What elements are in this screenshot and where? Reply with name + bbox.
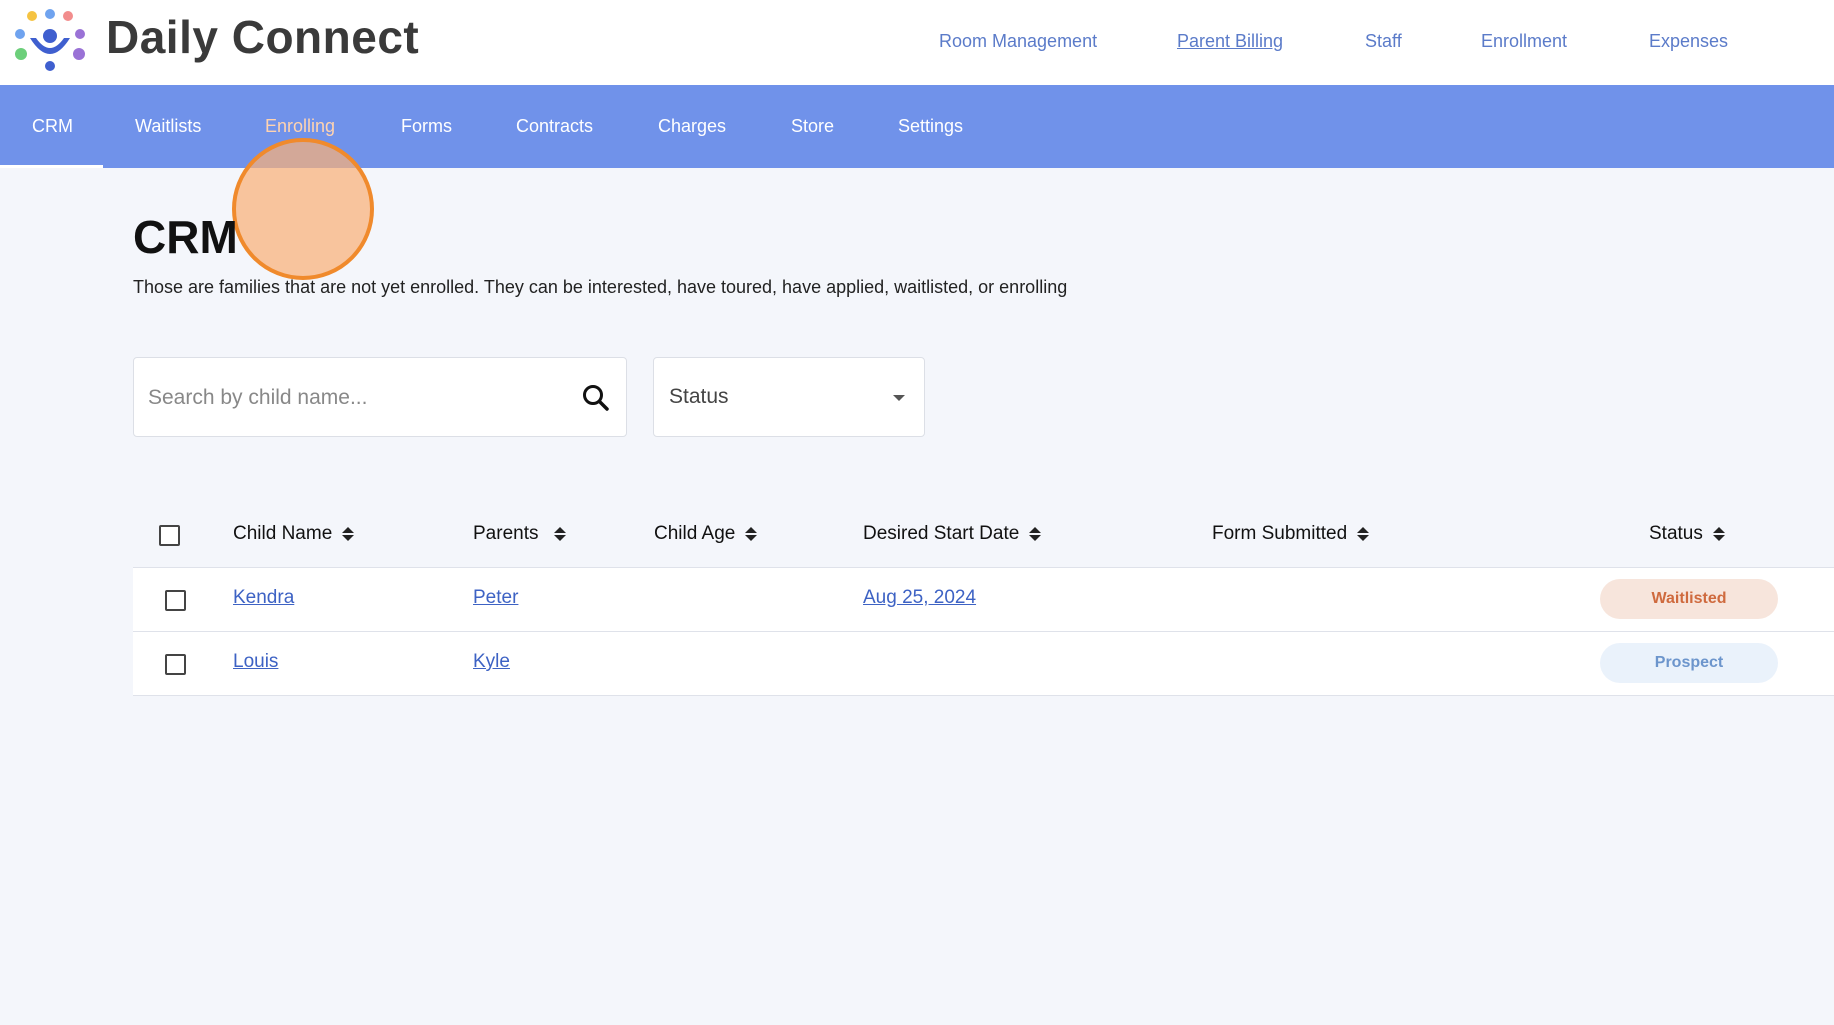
top-header: Daily Connect Room Management Parent Bil… xyxy=(0,0,1834,85)
tab-forms[interactable]: Forms xyxy=(401,116,452,137)
search-input[interactable] xyxy=(148,380,568,416)
col-child-age[interactable]: Child Age xyxy=(654,523,758,545)
brand-name[interactable]: Daily Connect xyxy=(106,10,419,64)
search-box xyxy=(133,357,627,437)
tab-charges[interactable]: Charges xyxy=(658,116,726,137)
status-filter-select[interactable]: Status xyxy=(653,357,925,437)
nav-room-management[interactable]: Room Management xyxy=(939,31,1097,52)
row-checkbox[interactable] xyxy=(165,654,186,675)
daily-connect-logo-icon[interactable] xyxy=(12,8,88,72)
table-row: Louis Kyle Prospect xyxy=(133,632,1834,696)
nav-staff[interactable]: Staff xyxy=(1365,31,1402,52)
col-desired-start-date-label: Desired Start Date xyxy=(863,523,1020,544)
child-name-link[interactable]: Kendra xyxy=(233,587,294,609)
nav-parent-billing[interactable]: Parent Billing xyxy=(1177,31,1283,52)
parent-name-link[interactable]: Peter xyxy=(473,587,518,609)
table-row: Kendra Peter Aug 25, 2024 Waitlisted xyxy=(133,568,1834,632)
page-description: Those are families that are not yet enro… xyxy=(133,277,1068,297)
tab-store[interactable]: Store xyxy=(791,116,834,137)
col-form-submitted[interactable]: Form Submitted xyxy=(1212,523,1370,545)
sort-icon[interactable] xyxy=(745,526,758,542)
table-header: Child Name Parents Child Age Desired Sta… xyxy=(133,503,1834,568)
col-desired-start-date[interactable]: Desired Start Date xyxy=(863,523,1042,545)
sort-icon[interactable] xyxy=(342,526,355,542)
status-badge: Prospect xyxy=(1600,643,1778,683)
status-badge: Waitlisted xyxy=(1600,579,1778,619)
child-name-link[interactable]: Louis xyxy=(233,651,278,673)
col-parents-label: Parents xyxy=(473,523,539,544)
tab-contracts[interactable]: Contracts xyxy=(516,116,593,137)
status-select-label: Status xyxy=(669,385,729,408)
active-tab-indicator xyxy=(0,165,103,168)
nav-expenses[interactable]: Expenses xyxy=(1649,31,1728,52)
tab-enrolling[interactable]: Enrolling xyxy=(265,116,335,137)
tab-settings[interactable]: Settings xyxy=(898,116,963,137)
parent-name-link[interactable]: Kyle xyxy=(473,651,510,673)
col-child-name[interactable]: Child Name xyxy=(233,523,355,545)
page-title: CRM xyxy=(133,211,238,263)
row-checkbox[interactable] xyxy=(165,590,186,611)
desired-start-date-link[interactable]: Aug 25, 2024 xyxy=(863,587,976,609)
col-child-age-label: Child Age xyxy=(654,523,736,544)
caret-down-icon xyxy=(893,395,905,401)
click-highlight-circle xyxy=(232,138,374,280)
sort-icon[interactable] xyxy=(1357,526,1370,542)
col-status-label: Status xyxy=(1649,523,1703,544)
tab-bar: CRM Waitlists Enrolling Forms Contracts … xyxy=(0,85,1834,280)
sort-icon[interactable] xyxy=(1029,526,1042,542)
col-status[interactable]: Status xyxy=(1649,523,1725,545)
select-all-checkbox[interactable] xyxy=(159,525,180,546)
col-parents[interactable]: Parents xyxy=(473,523,567,545)
col-child-name-label: Child Name xyxy=(233,523,333,544)
tab-waitlists[interactable]: Waitlists xyxy=(135,116,201,137)
sort-icon[interactable] xyxy=(1712,526,1725,542)
tab-crm[interactable]: CRM xyxy=(32,116,73,137)
search-icon[interactable] xyxy=(580,382,612,414)
sort-icon[interactable] xyxy=(554,526,567,542)
col-form-submitted-label: Form Submitted xyxy=(1212,523,1348,544)
nav-enrollment[interactable]: Enrollment xyxy=(1481,31,1567,52)
